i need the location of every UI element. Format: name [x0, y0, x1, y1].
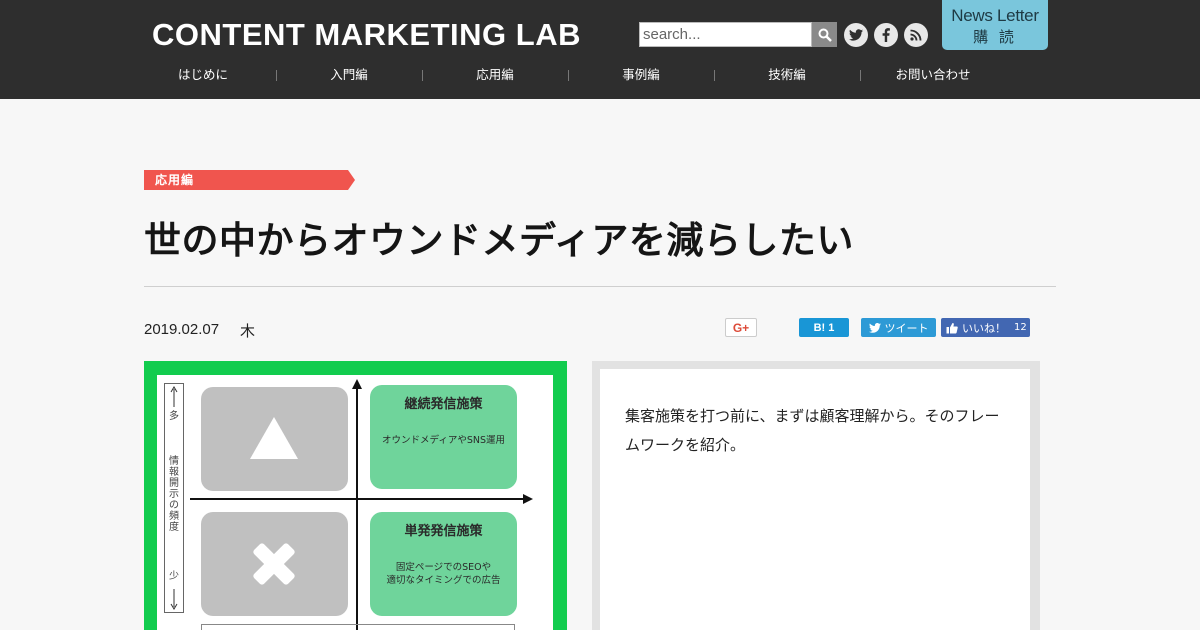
excerpt-panel: 集客施策を打つ前に、まずは顧客理解から。そのフレームワークを紹介。 — [592, 361, 1040, 630]
quadrant-title: 単発発信施策 — [404, 524, 483, 539]
google-plus-share-button[interactable]: G+ — [725, 318, 757, 337]
category-tag[interactable]: 応用編 — [144, 170, 348, 190]
up-arrow-icon — [170, 386, 178, 407]
cross-icon — [253, 543, 295, 585]
quadrant-top-right: 継続発信施策 オウンドメディアやSNS運用 — [370, 385, 517, 489]
quadrant-title: 継続発信施策 — [404, 397, 483, 412]
down-arrow-icon — [170, 589, 178, 610]
like-label: いいね！ — [962, 321, 1006, 335]
quadrant-bottom-right: 単発発信施策 固定ページでのSEOや 適切なタイミングでの広告 — [370, 512, 517, 616]
search-button[interactable] — [812, 22, 837, 47]
excerpt-card: 集客施策を打つ前に、まずは顧客理解から。そのフレームワークを紹介。 — [600, 369, 1030, 630]
site-logo[interactable]: CONTENT MARKETING LAB — [152, 17, 581, 53]
tweet-label: ツイート — [884, 321, 929, 335]
quadrant-bottom-left — [201, 512, 348, 616]
axis-bottom-label: 少 — [169, 571, 179, 582]
hatena-bookmark-button[interactable]: B! 1 — [799, 318, 849, 337]
article-title: 世の中からオウンドメディアを減らしたい — [144, 218, 854, 262]
tweet-button[interactable]: ツイート — [861, 318, 936, 337]
vertical-axis-label-box: 多 情報開示の頻度 少 — [164, 383, 184, 613]
right-arrow-icon — [523, 494, 533, 504]
search-input[interactable] — [639, 22, 812, 47]
quadrant-top-left — [201, 387, 348, 491]
nav-item-contact[interactable]: お問い合わせ — [860, 64, 1006, 83]
article-author: 木 — [240, 322, 256, 340]
horizontal-axis-label-box — [201, 624, 515, 630]
newsletter-label: News Letter — [951, 6, 1039, 25]
thumbs-up-icon — [946, 322, 958, 333]
nav-item-cases[interactable]: 事例編 — [568, 64, 714, 83]
nav-item-advanced[interactable]: 応用編 — [422, 64, 568, 83]
site-header: CONTENT MARKETING LAB News Letter 購 読 はじ… — [0, 0, 1200, 99]
framework-diagram: 多 情報開示の頻度 少 継続発信施策 オウンドメディアやSNS運用 単発発信施策… — [157, 375, 553, 630]
newsletter-subscribe-label: 購 読 — [973, 28, 1017, 46]
twitter-icon — [868, 322, 881, 333]
title-divider — [144, 286, 1056, 287]
newsletter-subscribe-button[interactable]: News Letter 購 読 — [942, 0, 1048, 50]
article-figure: 多 情報開示の頻度 少 継続発信施策 オウンドメディアやSNS運用 単発発信施策… — [144, 361, 567, 630]
axis-frequency-label: 情報開示の頻度 — [169, 456, 179, 533]
vertical-axis — [356, 387, 358, 630]
horizontal-axis — [190, 498, 528, 500]
up-arrow-icon — [352, 379, 362, 389]
article-date: 2019.02.07 — [144, 321, 220, 338]
quadrant-description-line: 固定ページでのSEOや — [395, 562, 492, 573]
main-nav: はじめに 入門編 応用編 事例編 技術編 お問い合わせ — [130, 64, 1010, 84]
search-icon — [818, 28, 832, 42]
quadrant-description: オウンドメディアやSNS運用 — [381, 435, 505, 446]
search-form — [639, 22, 837, 47]
triangle-icon — [250, 417, 298, 459]
excerpt-text: 集客施策を打つ前に、まずは顧客理解から。そのフレームワークを紹介。 — [625, 407, 1000, 454]
rss-icon[interactable] — [904, 23, 928, 47]
facebook-icon[interactable] — [874, 23, 898, 47]
category-tag-arrow — [348, 170, 355, 190]
like-count: 12 — [1014, 322, 1027, 333]
nav-item-technical[interactable]: 技術編 — [714, 64, 860, 83]
quadrant-description-line: 適切なタイミングでの広告 — [386, 575, 501, 586]
quadrant-description: 固定ページでのSEOや 適切なタイミングでの広告 — [370, 561, 517, 587]
twitter-icon[interactable] — [844, 23, 868, 47]
nav-item-beginner[interactable]: 入門編 — [276, 64, 422, 83]
facebook-like-button[interactable]: いいね！ 12 — [941, 318, 1030, 337]
axis-top-label: 多 — [169, 411, 179, 422]
nav-item-intro[interactable]: はじめに — [130, 64, 276, 83]
